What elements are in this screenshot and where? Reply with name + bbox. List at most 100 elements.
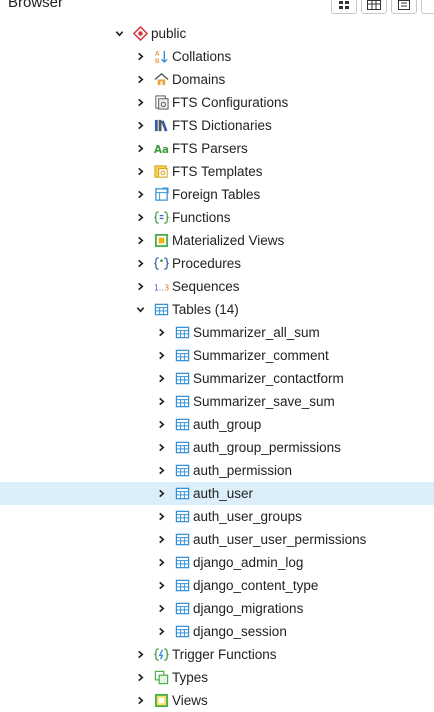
- tree-item-label: django_admin_log: [193, 555, 304, 570]
- tree-item-label: Functions: [172, 210, 231, 225]
- table-icon: [174, 440, 190, 456]
- function-icon: [153, 210, 169, 226]
- tree-item-label: Summarizer_save_sum: [193, 394, 335, 409]
- tree-item-label: FTS Dictionaries: [172, 118, 272, 133]
- svg-text:1..: 1..: [154, 283, 164, 292]
- chevron-right-icon[interactable]: [154, 328, 168, 337]
- tree-item-domains[interactable]: Domains: [0, 68, 434, 91]
- tree-item-label: auth_user_groups: [193, 509, 302, 524]
- table-view-button[interactable]: [361, 0, 387, 14]
- chevron-right-icon[interactable]: [133, 236, 147, 245]
- chevron-right-icon[interactable]: [154, 374, 168, 383]
- chevron-right-icon[interactable]: [154, 581, 168, 590]
- svg-text:Aa: Aa: [154, 144, 169, 156]
- materialized-view-icon: [153, 233, 169, 249]
- chevron-right-icon[interactable]: [154, 351, 168, 360]
- chevron-right-icon[interactable]: [133, 52, 147, 61]
- tree-item-materialized-views[interactable]: Materialized Views: [0, 229, 434, 252]
- table-row-auth-permission[interactable]: auth_permission: [0, 459, 434, 482]
- tree-item-foreign-tables[interactable]: Foreign Tables: [0, 183, 434, 206]
- more-toolbar-button[interactable]: [421, 0, 434, 14]
- tree-item-functions[interactable]: Functions: [0, 206, 434, 229]
- tree-item-label: django_migrations: [193, 601, 304, 616]
- tree-item-fts-dictionaries[interactable]: FTS Dictionaries: [0, 114, 434, 137]
- chevron-right-icon[interactable]: [154, 535, 168, 544]
- chevron-right-icon[interactable]: [133, 167, 147, 176]
- object-explorer-icon: [339, 1, 349, 9]
- chevron-right-icon[interactable]: [154, 627, 168, 636]
- tree-item-types[interactable]: Types: [0, 666, 434, 689]
- tree-item-fts-configurations[interactable]: FTS Configurations: [0, 91, 434, 114]
- chevron-right-icon[interactable]: [133, 259, 147, 268]
- chevron-right-icon[interactable]: [133, 75, 147, 84]
- tree-item-label: django_session: [193, 624, 287, 639]
- chevron-right-icon[interactable]: [133, 98, 147, 107]
- tree-item-label: auth_user_user_permissions: [193, 532, 367, 547]
- tree-item-collations[interactable]: A B Collations: [0, 45, 434, 68]
- tree-item-procedures[interactable]: Procedures: [0, 252, 434, 275]
- chevron-right-icon[interactable]: [154, 558, 168, 567]
- chevron-right-icon[interactable]: [133, 190, 147, 199]
- table-row-auth-user[interactable]: auth_user: [0, 482, 434, 505]
- chevron-right-icon[interactable]: [133, 144, 147, 153]
- table-row-auth-group-permissions[interactable]: auth_group_permissions: [0, 436, 434, 459]
- tree-item-fts-templates[interactable]: FTS Templates: [0, 160, 434, 183]
- chevron-right-icon[interactable]: [154, 604, 168, 613]
- table-row-django-content-type[interactable]: django_content_type: [0, 574, 434, 597]
- table-icon: [174, 325, 190, 341]
- table-icon: [174, 509, 190, 525]
- chevron-down-icon[interactable]: [112, 29, 126, 38]
- fts-configuration-icon: [153, 95, 169, 111]
- tree-item-views[interactable]: Views: [0, 689, 434, 712]
- chevron-right-icon[interactable]: [154, 512, 168, 521]
- table-row-summarizer-contactform[interactable]: Summarizer_contactform: [0, 367, 434, 390]
- chevron-right-icon[interactable]: [133, 673, 147, 682]
- table-row-django-migrations[interactable]: django_migrations: [0, 597, 434, 620]
- sequence-icon: 1.. 3: [153, 279, 169, 295]
- chevron-right-icon[interactable]: [154, 466, 168, 475]
- chevron-right-icon[interactable]: [154, 397, 168, 406]
- table-icon: [174, 578, 190, 594]
- tree-item-fts-parsers[interactable]: Aa FTS Parsers: [0, 137, 434, 160]
- procedure-icon: [153, 256, 169, 272]
- chevron-right-icon[interactable]: [133, 696, 147, 705]
- chevron-down-icon[interactable]: [133, 305, 147, 314]
- tree-item-label: Sequences: [172, 279, 240, 294]
- fts-template-icon: [153, 164, 169, 180]
- tree-item-label: Procedures: [172, 256, 242, 271]
- chevron-right-icon[interactable]: [133, 121, 147, 130]
- table-row-summarizer-comment[interactable]: Summarizer_comment: [0, 344, 434, 367]
- table-row-auth-user-groups[interactable]: auth_user_groups: [0, 505, 434, 528]
- svg-text:B: B: [154, 57, 159, 64]
- tree-item-tables[interactable]: Tables (14): [0, 298, 434, 321]
- chevron-right-icon[interactable]: [133, 282, 147, 291]
- table-row-django-admin-log[interactable]: django_admin_log: [0, 551, 434, 574]
- chevron-right-icon[interactable]: [154, 489, 168, 498]
- table-row-summarizer-all-sum[interactable]: Summarizer_all_sum: [0, 321, 434, 344]
- table-row-auth-user-user-permissions[interactable]: auth_user_user_permissions: [0, 528, 434, 551]
- tree-item-label: Summarizer_comment: [193, 348, 329, 363]
- tree-item-label: FTS Parsers: [172, 141, 248, 156]
- chevron-right-icon[interactable]: [154, 443, 168, 452]
- chevron-right-icon[interactable]: [133, 650, 147, 659]
- table-row-auth-group[interactable]: auth_group: [0, 413, 434, 436]
- table-icon: [174, 417, 190, 433]
- table-icon: [174, 394, 190, 410]
- view-icon: [153, 693, 169, 709]
- table-row-summarizer-save-sum[interactable]: Summarizer_save_sum: [0, 390, 434, 413]
- tree-item-label: public: [151, 26, 187, 41]
- tree-item-label: auth_group: [193, 417, 262, 432]
- tree-item-trigger-functions[interactable]: Trigger Functions: [0, 643, 434, 666]
- chevron-right-icon[interactable]: [154, 420, 168, 429]
- object-explorer-button[interactable]: [331, 0, 357, 14]
- tree-item-sequences[interactable]: 1.. 3 Sequences: [0, 275, 434, 298]
- chevron-right-icon[interactable]: [133, 213, 147, 222]
- tree-item-schema-public[interactable]: public: [0, 22, 434, 45]
- object-tree: public A B Collations Domains FTS Configurati…: [0, 22, 434, 712]
- tree-item-label: FTS Configurations: [172, 95, 289, 110]
- sql-query-button[interactable]: [391, 0, 417, 14]
- tree-item-label: auth_user: [193, 486, 254, 501]
- tree-item-label: Views: [172, 693, 208, 708]
- table-row-django-session[interactable]: django_session: [0, 620, 434, 643]
- table-group-icon: [153, 302, 169, 318]
